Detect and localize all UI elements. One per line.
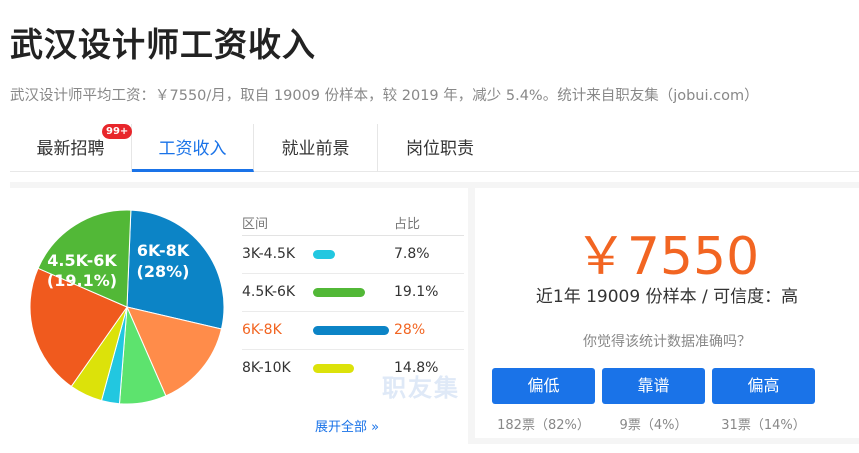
tab-job-duties[interactable]: 岗位职责 bbox=[378, 124, 502, 172]
distribution-table: 区间 占比 3K-4.5K 7.8% 4.5K-6K 19.1% 6K-8K 2… bbox=[242, 206, 464, 388]
share-bar bbox=[313, 288, 365, 297]
row-share: 28% bbox=[394, 322, 426, 338]
page-title: 武汉设计师工资收入 bbox=[10, 25, 316, 64]
row-range: 6K-8K bbox=[242, 322, 282, 338]
vote-reliable-button[interactable]: 靠谱 bbox=[602, 368, 705, 404]
share-bar bbox=[313, 326, 389, 335]
sample-info: 近1年 19009 份样本 / 可信度：高 bbox=[535, 287, 799, 307]
share-bar bbox=[313, 364, 354, 373]
tab-job-prospects-label: 就业前景 bbox=[281, 139, 350, 159]
vote-low-button[interactable]: 偏低 bbox=[492, 368, 595, 404]
pie-label-6k-8k-share: (28%) bbox=[137, 262, 190, 281]
row-range: 3K-4.5K bbox=[242, 246, 296, 262]
table-row: 6K-8K 28% bbox=[242, 312, 464, 350]
salary-pie-chart: 4.5K-6K (19.1%) 6K-8K (28%) bbox=[30, 210, 224, 404]
pie-label-6k-8k-range: 6K-8K bbox=[137, 241, 190, 260]
vote-high-button[interactable]: 偏高 bbox=[712, 368, 815, 404]
column-header-share: 占比 bbox=[394, 217, 421, 232]
tab-latest-jobs-label: 最新招聘 bbox=[36, 139, 105, 159]
tab-latest-jobs[interactable]: 最新招聘 99+ bbox=[10, 124, 133, 172]
table-row: 4.5K-6K 19.1% bbox=[242, 274, 464, 312]
tab-bar: 最新招聘 99+ 工资收入 就业前景 岗位职责 bbox=[10, 124, 859, 172]
vote-high-count: 31票（14%） bbox=[721, 418, 806, 433]
average-salary: ￥7550 bbox=[574, 227, 760, 287]
distribution-pane: 4.5K-6K (19.1%) 6K-8K (28%) 区间 占比 3K-4.5… bbox=[10, 188, 468, 450]
salary-summary-pane: ￥7550 近1年 19009 份样本 / 可信度：高 你觉得该统计数据准确吗？… bbox=[475, 188, 859, 438]
vote-reliable-count: 9票（4%） bbox=[619, 418, 688, 433]
pie-label-4.5k-6k-range: 4.5K-6K bbox=[47, 251, 117, 270]
share-bar bbox=[313, 250, 335, 259]
accuracy-question: 你觉得该统计数据准确吗？ bbox=[583, 334, 751, 350]
row-share: 19.1% bbox=[394, 284, 439, 300]
new-jobs-badge: 99+ bbox=[102, 124, 133, 139]
row-range: 4.5K-6K bbox=[242, 284, 296, 300]
tab-salary-income-label: 工资收入 bbox=[158, 139, 227, 159]
watermark: 职友集 bbox=[382, 374, 460, 402]
tab-job-duties-label: 岗位职责 bbox=[406, 139, 474, 159]
page-subtitle: 武汉设计师平均工资：￥7550/月，取自 19009 份样本，较 2019 年，… bbox=[10, 88, 759, 104]
table-header: 区间 占比 bbox=[242, 206, 464, 236]
pie-label-4.5k-6k-share: (19.1%) bbox=[47, 271, 117, 290]
row-share: 7.8% bbox=[394, 246, 430, 262]
table-row: 3K-4.5K 7.8% bbox=[242, 236, 464, 274]
vote-low-count: 182票（82%） bbox=[497, 418, 590, 433]
tab-salary-income[interactable]: 工资收入 bbox=[132, 124, 254, 172]
row-range: 8K-10K bbox=[242, 360, 291, 376]
expand-all-link[interactable]: 展开全部 » bbox=[315, 416, 379, 435]
column-header-range: 区间 bbox=[242, 217, 269, 232]
tab-job-prospects[interactable]: 就业前景 bbox=[254, 124, 378, 172]
salary-panel: 4.5K-6K (19.1%) 6K-8K (28%) 区间 占比 3K-4.5… bbox=[10, 182, 859, 450]
